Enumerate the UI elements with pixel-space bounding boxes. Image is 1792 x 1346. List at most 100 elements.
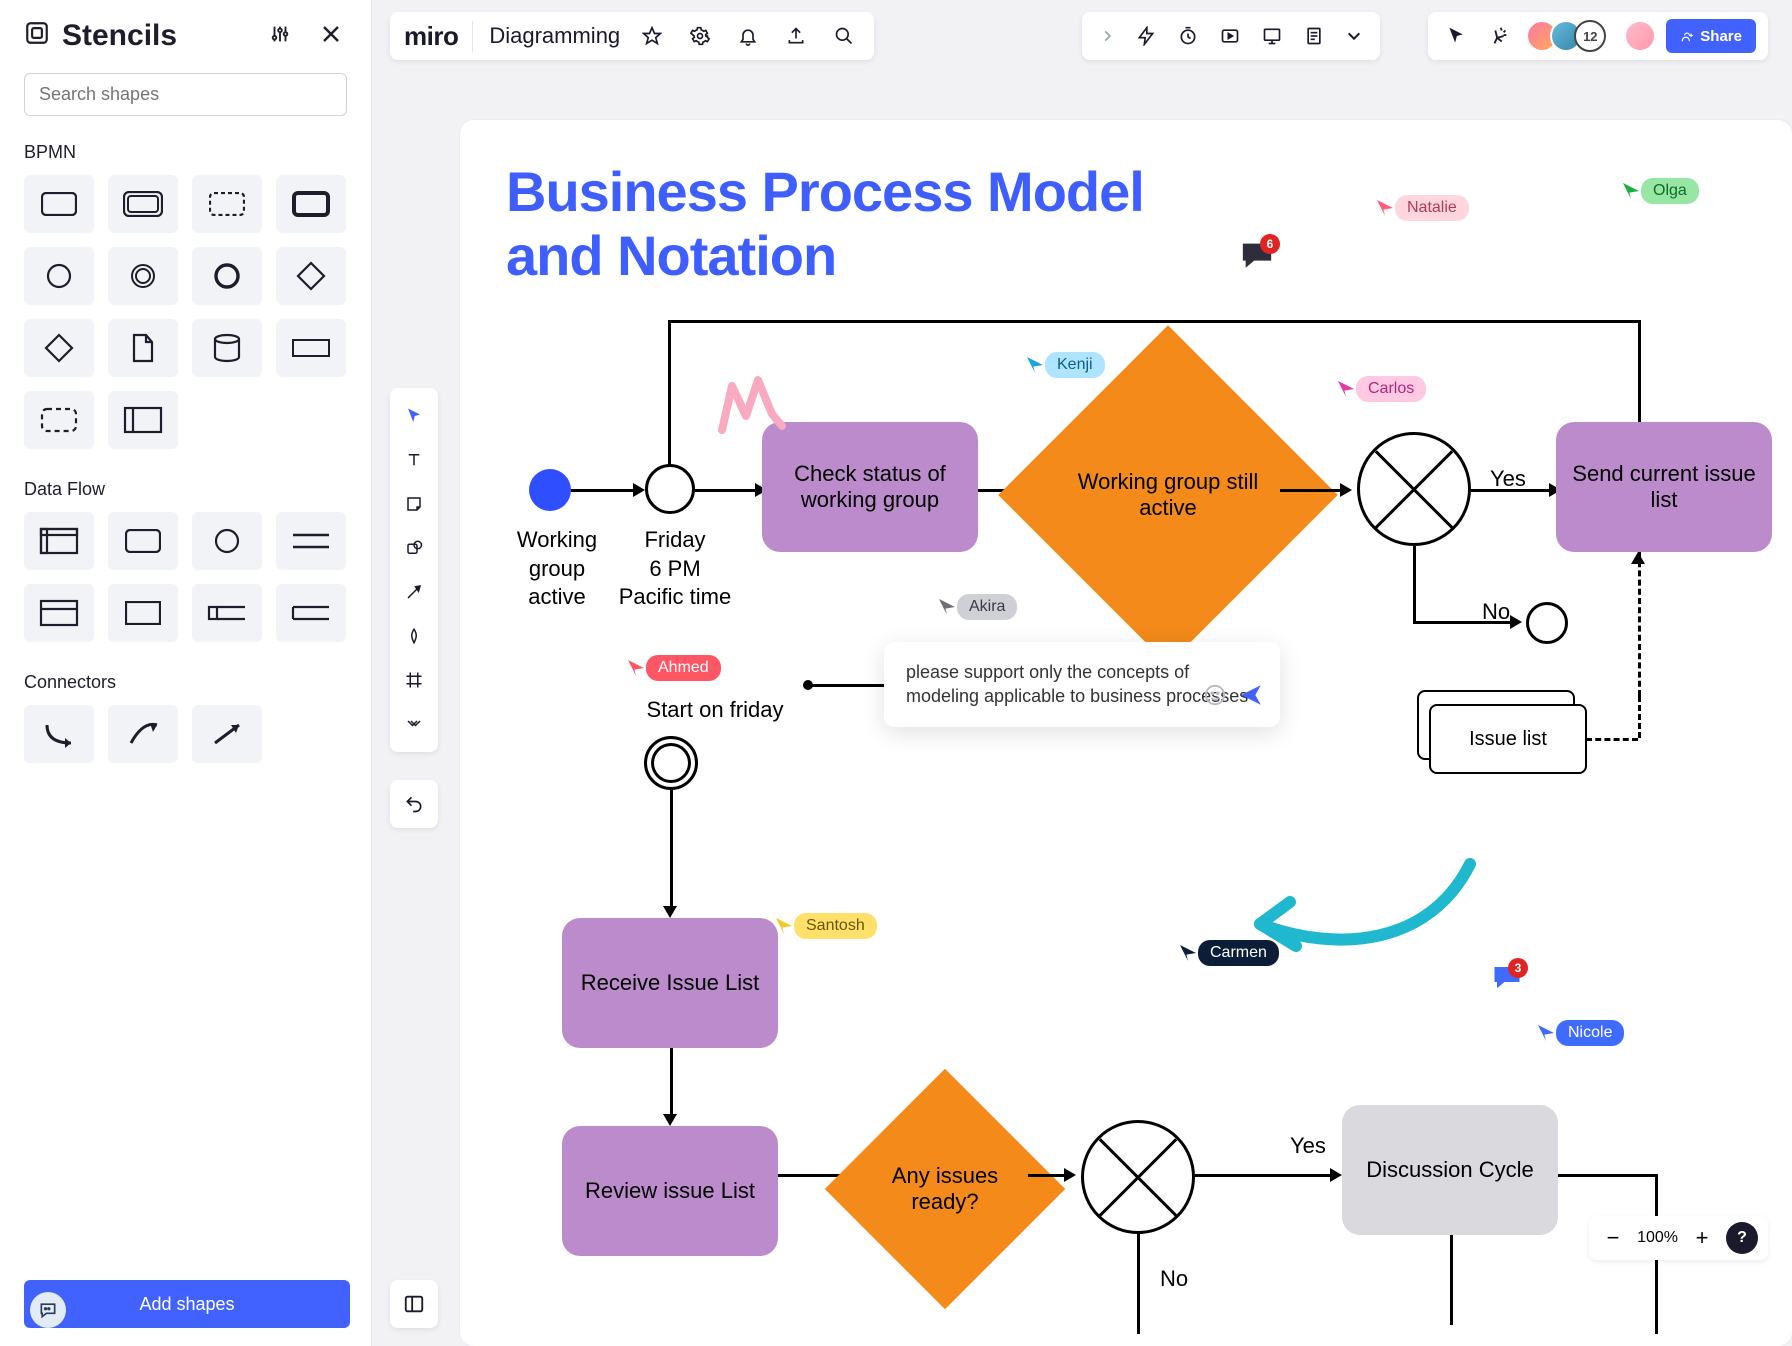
shape-datastore-lines[interactable] — [276, 512, 346, 570]
connector[interactable] — [670, 1048, 673, 1118]
start-event-node[interactable] — [529, 469, 571, 511]
user-avatars[interactable]: 12 — [1526, 20, 1606, 52]
connector[interactable] — [1471, 489, 1551, 492]
reactions-icon[interactable] — [1482, 19, 1516, 53]
zoom-in-button[interactable]: + — [1688, 1225, 1716, 1251]
add-shapes-button[interactable]: Add shapes — [24, 1280, 350, 1328]
connector[interactable] — [778, 1174, 844, 1177]
apps-chevron-icon[interactable] — [1094, 23, 1120, 49]
power-icon[interactable] — [1130, 20, 1162, 52]
canvas-frame[interactable]: Business Process Model and Notation 6 Wo… — [460, 120, 1792, 1346]
decision-node[interactable]: Any issues ready? — [825, 1069, 1065, 1309]
gateway-node[interactable] — [1357, 432, 1471, 546]
connector-elbow[interactable] — [24, 705, 94, 763]
tool-pen[interactable] — [390, 614, 438, 658]
connector[interactable] — [1450, 1235, 1453, 1325]
end-event-node[interactable] — [1526, 602, 1568, 644]
data-object-node[interactable]: Issue list — [1417, 690, 1587, 774]
tool-frame[interactable] — [390, 658, 438, 702]
shape-exclusive-gateway[interactable] — [24, 319, 94, 377]
timer-icon[interactable] — [1172, 20, 1204, 52]
presentation-icon[interactable] — [1256, 20, 1288, 52]
connector-curve[interactable] — [108, 705, 178, 763]
connector-dashed[interactable] — [1638, 552, 1641, 696]
connector-dashed[interactable] — [1586, 738, 1638, 741]
search-input[interactable] — [24, 73, 347, 116]
comment-pin-dark[interactable]: 6 — [1240, 240, 1274, 270]
shape-call-activity[interactable] — [276, 175, 346, 233]
task-node[interactable]: Check status of working group — [762, 422, 978, 552]
zoom-out-button[interactable]: − — [1599, 1225, 1627, 1251]
connector[interactable] — [1558, 1174, 1658, 1177]
connector-dashed[interactable] — [1638, 696, 1641, 738]
settings-icon[interactable] — [684, 20, 716, 52]
intermediate-event-node[interactable] — [644, 736, 698, 790]
search-board-icon[interactable] — [828, 20, 860, 52]
zoom-percent[interactable]: 100% — [1637, 1229, 1678, 1247]
task-node[interactable]: Review issue List — [562, 1126, 778, 1256]
shape-text-annotation[interactable] — [276, 319, 346, 377]
share-button[interactable]: Share — [1666, 19, 1756, 53]
connector[interactable] — [1028, 1174, 1066, 1177]
help-button[interactable]: ? — [1726, 1222, 1758, 1254]
shape-process-circle[interactable] — [192, 512, 262, 570]
shape-gateway[interactable] — [276, 247, 346, 305]
connector[interactable] — [670, 790, 673, 910]
shape-process-rect[interactable] — [108, 512, 178, 570]
shape-pool[interactable] — [108, 391, 178, 449]
annotation-scribble[interactable] — [714, 366, 794, 440]
notifications-icon[interactable] — [732, 20, 764, 52]
avatar-count[interactable]: 12 — [1574, 20, 1606, 52]
shape-task[interactable] — [24, 175, 94, 233]
connector[interactable] — [668, 320, 671, 486]
shape-data-object[interactable] — [108, 319, 178, 377]
intermediate-event-node[interactable] — [645, 464, 695, 514]
tool-more[interactable] — [390, 702, 438, 746]
favorite-icon[interactable] — [636, 20, 668, 52]
undo-button[interactable] — [390, 780, 438, 828]
connector[interactable] — [1137, 1234, 1140, 1334]
intercom-launcher-icon[interactable] — [30, 1292, 66, 1328]
cursor-icon[interactable] — [1440, 20, 1472, 52]
shape-df1[interactable] — [24, 584, 94, 642]
panel-toggle-icon[interactable] — [390, 1280, 438, 1328]
more-apps-icon[interactable] — [1340, 22, 1368, 50]
comment-card[interactable]: please support only the concepts of mode… — [884, 642, 1280, 727]
send-icon[interactable] — [1238, 682, 1264, 714]
close-icon[interactable] — [315, 18, 347, 53]
connector[interactable] — [668, 320, 1638, 323]
shape-df4[interactable] — [276, 584, 346, 642]
shape-external-entity[interactable] — [24, 512, 94, 570]
shape-intermediate-event[interactable] — [108, 247, 178, 305]
record-icon[interactable] — [1214, 20, 1246, 52]
stencils-settings-icon[interactable] — [265, 19, 295, 52]
connector[interactable] — [1413, 546, 1416, 623]
board-name[interactable]: Diagramming — [489, 23, 620, 49]
subprocess-node[interactable]: Discussion Cycle — [1342, 1105, 1558, 1235]
shape-start-event[interactable] — [24, 247, 94, 305]
shape-group[interactable] — [24, 391, 94, 449]
avatar-self[interactable] — [1624, 20, 1656, 52]
tool-line[interactable] — [390, 570, 438, 614]
tool-sticky[interactable] — [390, 482, 438, 526]
connector[interactable] — [1280, 489, 1342, 492]
task-node[interactable]: Send current issue list — [1556, 422, 1772, 552]
brand-logo[interactable]: miro — [404, 21, 473, 52]
export-icon[interactable] — [780, 20, 812, 52]
tool-select[interactable] — [390, 394, 438, 438]
tool-text[interactable] — [390, 438, 438, 482]
emoji-icon[interactable] — [1204, 684, 1226, 712]
connector[interactable] — [695, 489, 757, 492]
shape-df3[interactable] — [192, 584, 262, 642]
connector-straight[interactable] — [192, 705, 262, 763]
diagram-title[interactable]: Business Process Model and Notation — [506, 160, 1144, 289]
shape-data-store[interactable] — [192, 319, 262, 377]
shape-event-subprocess[interactable] — [192, 175, 262, 233]
shape-df2[interactable] — [108, 584, 178, 642]
shape-end-event[interactable] — [192, 247, 262, 305]
gateway-node[interactable] — [1081, 1120, 1195, 1234]
shape-transaction[interactable] — [108, 175, 178, 233]
document-icon[interactable] — [1298, 20, 1330, 52]
task-node[interactable]: Receive Issue List — [562, 918, 778, 1048]
comment-pin-blue[interactable]: 3 — [1492, 964, 1522, 990]
